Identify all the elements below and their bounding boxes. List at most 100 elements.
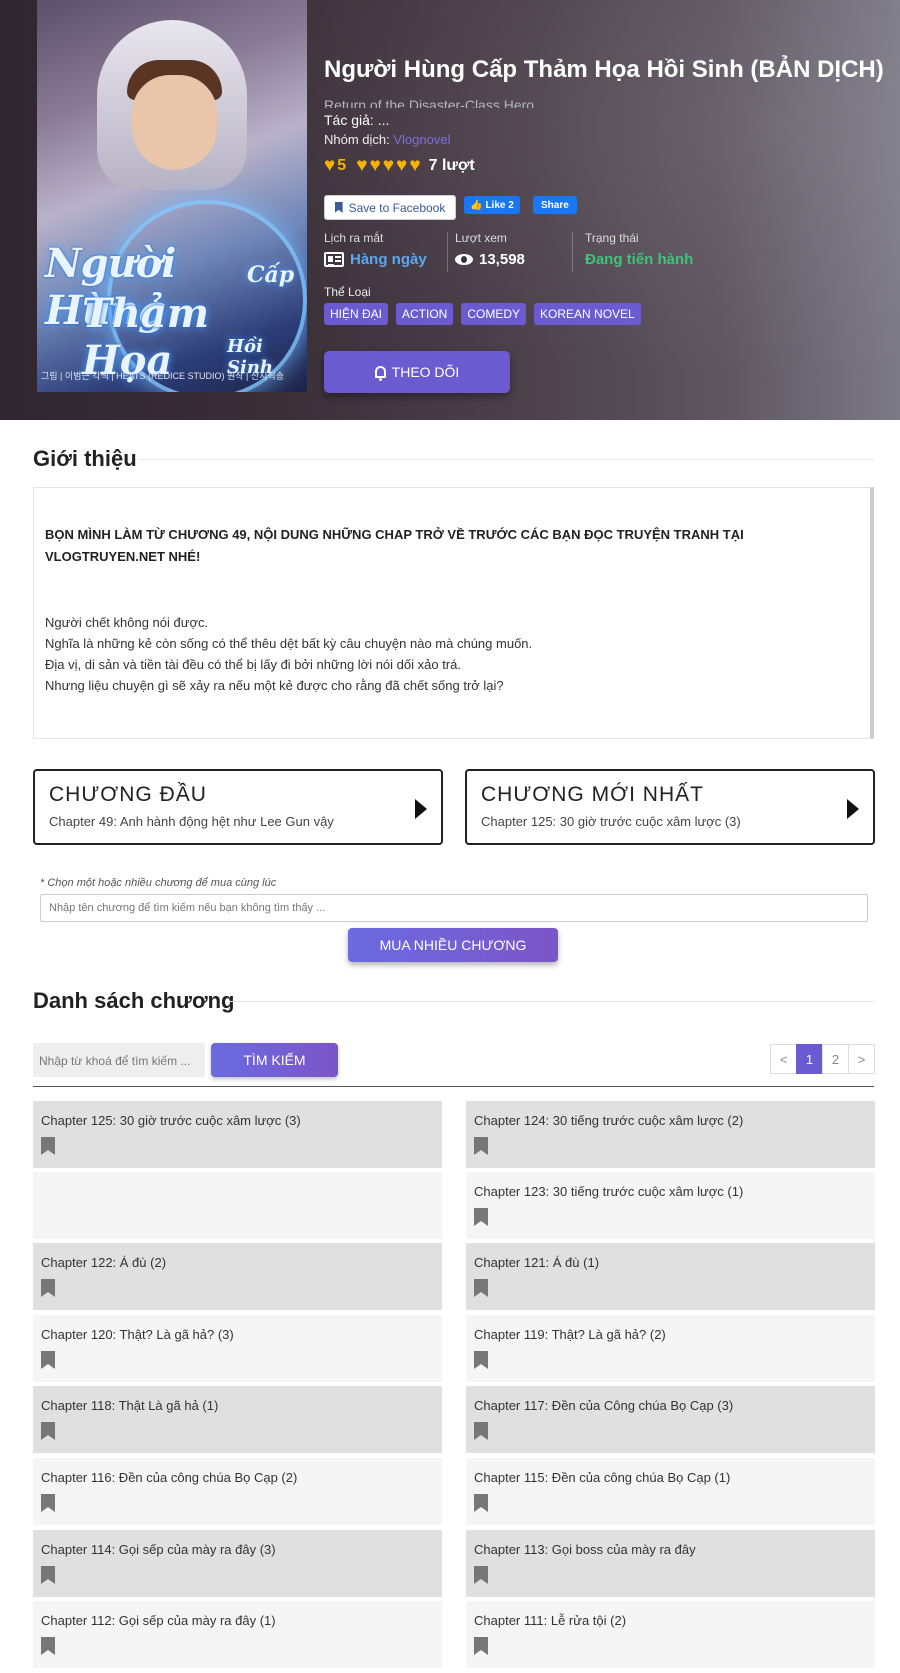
latest-chapter-card[interactable]: CHƯƠNG MỚI NHẤT Chapter 125: 30 giờ trướ… (465, 769, 875, 845)
bookmark-icon[interactable] (474, 1566, 488, 1584)
chapter-item-title: Chapter 124: 30 tiếng trước cuộc xâm lượ… (474, 1113, 744, 1128)
heart-icon[interactable]: ♥ (409, 155, 420, 176)
facebook-share-button[interactable]: Share (533, 196, 577, 214)
bookmark-icon[interactable] (474, 1422, 488, 1440)
intro-line: Người chết không nói được. (45, 615, 209, 630)
intro-line: Nghĩa là những kẻ còn sống có thể thêu d… (45, 636, 533, 651)
views-label: Lượt xem (455, 231, 507, 245)
chapter-item-title: Chapter 117: Đền của Công chúa Bọ Cạp (3… (474, 1398, 734, 1413)
release-stat: Lịch ra mắt Hàng ngày (324, 231, 427, 268)
bookmark-icon[interactable] (474, 1637, 488, 1655)
chapter-list-heading: Danh sách chương (33, 988, 235, 1013)
chapter-item[interactable]: Chapter 125: 30 giờ trước cuộc xâm lược … (33, 1101, 442, 1168)
chapter-item[interactable]: Chapter 124: 30 tiếng trước cuộc xâm lượ… (466, 1101, 875, 1168)
chapter-item[interactable]: Chapter 120: Thật? Là gã hả? (3) (33, 1315, 442, 1382)
chapter-item[interactable]: Chapter 114: Gọi sếp của mày ra đây (3) (33, 1530, 442, 1597)
chapter-item[interactable]: Chapter 123: 30 tiếng trước cuộc xâm lượ… (466, 1172, 875, 1239)
buy-chapter-search-input[interactable]: Nhập tên chương để tìm kiếm nếu bạn khôn… (40, 894, 868, 922)
heart-icon: ♥ (324, 155, 336, 176)
intro-heading-divider (140, 459, 874, 460)
group-label: Nhóm dịch: (324, 132, 390, 147)
latest-chapter-heading: CHƯƠNG MỚI NHẤT (481, 783, 704, 806)
chapter-item-title: Chapter 112: Gọi sếp của mày ra đây (1) (41, 1613, 276, 1628)
rating: ♥ 5 ♥ ♥ ♥ ♥ ♥ 7 lượt (324, 155, 475, 177)
buy-multiple-button[interactable]: MUA NHIỀU CHƯƠNG (348, 928, 558, 962)
release-label: Lịch ra mắt (324, 231, 384, 245)
chapter-item[interactable]: Chapter 118: Thật Là gã hả (1) (33, 1386, 442, 1453)
facebook-like-button[interactable]: 👍 Like 2 (464, 196, 520, 214)
heart-icon[interactable]: ♥ (396, 155, 407, 176)
heart-icon[interactable]: ♥ (356, 155, 367, 176)
chapter-item[interactable]: Chapter 121: Á đù (1) (466, 1243, 875, 1310)
status-value: Đang tiến hành (585, 251, 694, 268)
group-link[interactable]: Vlognovel (393, 132, 450, 147)
follow-label: THEO DÕI (391, 364, 460, 380)
cover-image[interactable]: Người Hùng Cấp Thảm Họa Hồi Sinh 그림 | 이범… (37, 0, 307, 392)
bookmark-icon[interactable] (41, 1137, 55, 1155)
chapter-item[interactable]: Chapter 117: Đền của Công chúa Bọ Cạp (3… (466, 1386, 875, 1453)
genre-tags: HIỆN ĐẠI ACTION COMEDY KOREAN NOVEL (324, 303, 641, 325)
status-stat: Trạng thái Đang tiến hành (585, 231, 693, 268)
intro-heading: Giới thiệu (33, 446, 137, 471)
views-stat: Lượt xem 13,598 (455, 231, 525, 268)
chapter-item-title: Chapter 119: Thật? Là gã hả? (2) (474, 1327, 666, 1342)
chapter-item-title: Chapter 125: 30 giờ trước cuộc xâm lược … (41, 1113, 301, 1128)
follow-button[interactable]: THEO DÕI (324, 351, 510, 393)
pager-next[interactable]: > (848, 1044, 875, 1074)
stat-divider (572, 232, 573, 272)
views-value: 13,598 (479, 251, 525, 268)
bookmark-icon[interactable] (41, 1637, 55, 1655)
bookmark-icon[interactable] (41, 1494, 55, 1512)
pager-prev[interactable]: < (770, 1044, 797, 1074)
heart-icon[interactable]: ♥ (369, 155, 380, 176)
bookmark-icon[interactable] (41, 1566, 55, 1584)
chapter-item[interactable]: Chapter 112: Gọi sếp của mày ra đây (1) (33, 1601, 442, 1668)
bookmark-icon[interactable] (41, 1351, 55, 1369)
chapter-item-title: Chapter 122: Á đù (2) (41, 1255, 167, 1270)
genre-tag[interactable]: COMEDY (461, 303, 527, 325)
intro-line: Địa vị, di sản và tiền tài đều có thể bị… (45, 657, 461, 672)
chapter-search-input[interactable]: Nhập từ khoá để tìm kiếm ... (33, 1043, 205, 1077)
pager-page[interactable]: 1 (796, 1044, 823, 1074)
intro-notice: BỌN MÌNH LÀM TỪ CHƯƠNG 49, NỘI DUNG NHỮN… (45, 527, 744, 564)
heart-icon[interactable]: ♥ (383, 155, 394, 176)
chapter-item[interactable]: Chapter 119: Thật? Là gã hả? (2) (466, 1315, 875, 1382)
pager-page[interactable]: 2 (822, 1044, 849, 1074)
bookmark-icon[interactable] (474, 1351, 488, 1369)
chapter-search-button[interactable]: TÌM KIẾM (211, 1043, 338, 1077)
first-chapter-card[interactable]: CHƯƠNG ĐẦU Chapter 49: Anh hành động hệt… (33, 769, 443, 845)
save-to-facebook-button[interactable]: Save to Facebook (324, 195, 456, 220)
chapter-item[interactable]: Chapter 111: Lễ rửa tội (2) (466, 1601, 875, 1668)
chapter-item[interactable]: Chapter 115: Đền của công chúa Bọ Cạp (1… (466, 1458, 875, 1525)
cover-figure-face (132, 75, 217, 170)
rating-count: 7 lượt (428, 157, 475, 174)
group-row: Nhóm dịch: Vlognovel (324, 132, 450, 147)
genre-tag[interactable]: HIỆN ĐẠI (324, 303, 389, 325)
genre-tag[interactable]: ACTION (396, 303, 454, 325)
chapter-item[interactable]: Chapter 116: Đền của công chúa Bọ Cạp (2… (33, 1458, 442, 1525)
bookmark-icon[interactable] (41, 1422, 55, 1440)
author-label: Tác giả: (324, 112, 374, 128)
chapter-item[interactable]: Chapter 122: Á đù (2) (33, 1243, 442, 1310)
bookmark-icon[interactable] (474, 1279, 488, 1297)
chapter-item-title: Chapter 123: 30 tiếng trước cuộc xâm lượ… (474, 1184, 744, 1199)
rating-value: 5 (337, 157, 347, 174)
stat-divider (447, 232, 448, 272)
author-value[interactable]: ... (378, 112, 390, 128)
chapter-item-title: Chapter 121: Á đù (1) (474, 1255, 600, 1270)
eye-icon (455, 254, 473, 265)
genre-tag[interactable]: KOREAN NOVEL (534, 303, 641, 325)
chapter-item-title: Chapter 120: Thật? Là gã hả? (3) (41, 1327, 234, 1342)
first-chapter-title: Chapter 49: Anh hành động hệt như Lee Gu… (49, 814, 334, 829)
chapter-item[interactable]: Chapter 113: Gọi boss của mày ra đây (466, 1530, 875, 1597)
bookmark-icon[interactable] (474, 1137, 488, 1155)
bookmark-icon[interactable] (474, 1208, 488, 1226)
pagination: < 1 2 > (770, 1044, 875, 1074)
bookmark-icon[interactable] (474, 1494, 488, 1512)
rating-hearts[interactable]: ♥ ♥ ♥ ♥ ♥ (356, 155, 422, 177)
buy-note: * Chọn một hoặc nhiều chương để mua cùng… (40, 877, 277, 889)
chapter-item-title: Chapter 116: Đền của công chúa Bọ Cạp (2… (41, 1470, 298, 1485)
release-value: Hàng ngày (350, 251, 427, 268)
caret-right-icon (415, 799, 427, 819)
bookmark-icon[interactable] (41, 1279, 55, 1297)
